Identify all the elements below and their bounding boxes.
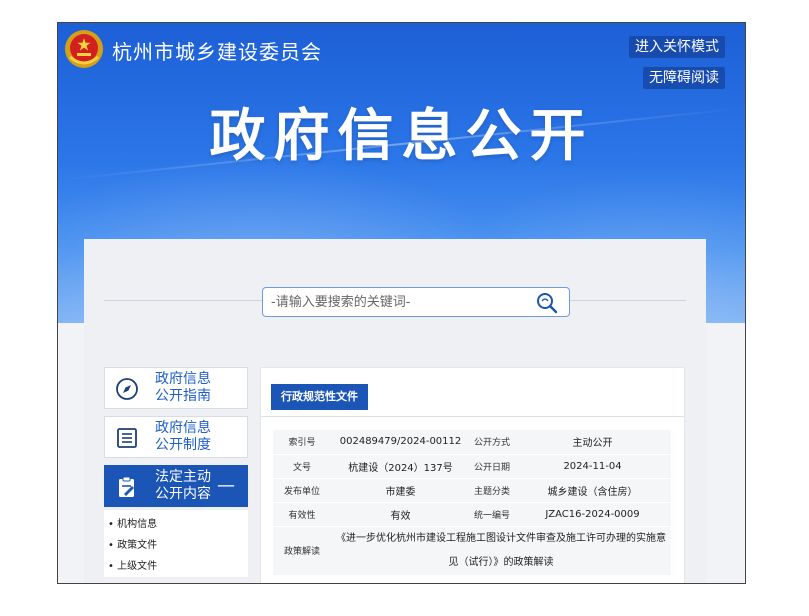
table-cell-value: 002489479/2024-00112	[331, 430, 470, 455]
table-row: 有效性 有效 统一编号 JZAC16-2024-0009	[273, 502, 671, 527]
table-cell-label: 统一编号	[470, 502, 514, 527]
site-name[interactable]: 杭州市城乡建设委员会	[112, 36, 322, 65]
care-mode-button[interactable]: 进入关怀模式	[629, 36, 725, 58]
table-cell-label: 主题分类	[470, 478, 514, 503]
compass-icon	[116, 378, 138, 400]
table-cell-label: 文号	[273, 454, 331, 479]
sidebar: 政府信息 公开指南 政府信息 公开制度 法定主动 公开内容 — • 机构信息 •…	[104, 367, 248, 577]
table-cell-value: 城乡建设（含住房）	[514, 478, 671, 503]
table-cell-value: 2024-11-04	[514, 454, 671, 479]
content-panel: 政府信息 公开指南 政府信息 公开制度	[84, 239, 706, 583]
tab-normative-documents[interactable]: 行政规范性文件	[271, 384, 368, 410]
table-cell-label: 公开日期	[470, 454, 514, 479]
document-list-icon	[117, 428, 137, 448]
clipboard-edit-icon	[119, 476, 134, 497]
sidebar-item-disclosure-guide[interactable]: 政府信息 公开指南	[104, 367, 248, 409]
national-emblem-icon	[65, 30, 103, 68]
sidebar-item-label: 政府信息 公开指南	[155, 371, 211, 404]
table-cell-label: 政策解读	[273, 526, 331, 576]
document-detail: 行政规范性文件 索引号 002489479/2024-00112 公开方式 主动…	[260, 367, 685, 583]
search-box	[262, 287, 570, 317]
table-cell-label: 发布单位	[273, 478, 331, 503]
tab-divider	[261, 416, 684, 417]
sidebar-subitem-org-info[interactable]: • 机构信息	[108, 514, 248, 535]
table-cell-value: 杭建设（2024）137号	[331, 454, 470, 479]
table-cell-value: 有效	[331, 502, 470, 527]
table-row: 政策解读 《进一步优化杭州市建设工程施工图设计文件审查及施工许可办理的实施意见（…	[273, 526, 671, 576]
sidebar-item-mandatory-disclosure[interactable]: 法定主动 公开内容 —	[104, 465, 248, 507]
sidebar-item-disclosure-rules[interactable]: 政府信息 公开制度	[104, 416, 248, 458]
table-cell-label: 有效性	[273, 502, 331, 527]
table-row: 发布单位 市建委 主题分类 城乡建设（含住房）	[273, 478, 671, 503]
table-cell-value: 市建委	[331, 478, 470, 503]
document-metadata-table: 索引号 002489479/2024-00112 公开方式 主动公开 文号 杭建…	[273, 430, 671, 576]
table-cell-value: JZAC16-2024-0009	[514, 502, 671, 527]
table-cell-value: 主动公开	[514, 430, 671, 455]
sidebar-sublist: • 机构信息 • 政策文件 • 上级文件	[104, 510, 248, 577]
search-input[interactable]	[271, 292, 521, 312]
policy-interpretation-link[interactable]: 《进一步优化杭州市建设工程施工图设计文件审查及施工许可办理的实施意见（试行）》的…	[331, 526, 671, 576]
hero-title: 政府信息公开	[209, 104, 594, 169]
accessible-reading-button[interactable]: 无障碍阅读	[643, 67, 725, 89]
collapse-toggle[interactable]: —	[217, 475, 235, 496]
search-icon[interactable]	[535, 291, 559, 315]
sidebar-subitem-policy-docs[interactable]: • 政策文件	[108, 535, 248, 556]
table-cell-label: 公开方式	[470, 430, 514, 455]
table-row: 索引号 002489479/2024-00112 公开方式 主动公开	[273, 430, 671, 455]
sidebar-subitem-superior-docs[interactable]: • 上级文件	[108, 556, 248, 577]
table-cell-label: 索引号	[273, 430, 331, 455]
table-row: 文号 杭建设（2024）137号 公开日期 2024-11-04	[273, 454, 671, 479]
sidebar-item-label: 政府信息 公开制度	[155, 420, 211, 453]
browser-viewport: 杭州市城乡建设委员会 进入关怀模式 无障碍阅读 政府信息公开 政府信息	[57, 22, 746, 584]
